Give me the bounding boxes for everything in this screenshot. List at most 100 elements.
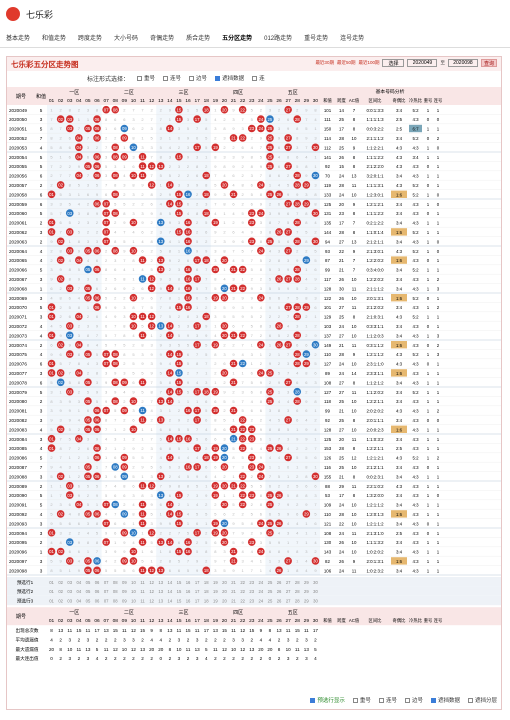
prediction-cell[interactable]: 29 xyxy=(304,599,309,604)
nav-tab-6[interactable]: 五分区走势 xyxy=(222,33,252,42)
prediction-cell[interactable]: 29 xyxy=(304,589,309,594)
footer-option-3[interactable]: 边号 xyxy=(404,696,423,704)
prediction-cell[interactable]: 27 xyxy=(286,589,291,594)
prediction-cell[interactable]: 24 xyxy=(259,599,264,604)
nav-tab-7[interactable]: 012路走势 xyxy=(264,33,292,42)
nav-tab-1[interactable]: 和值走势 xyxy=(42,33,66,42)
period-select[interactable]: 选择 xyxy=(382,59,405,67)
period-from-input[interactable]: 2020049 xyxy=(407,59,438,67)
checkbox-icon[interactable] xyxy=(467,697,473,703)
prediction-cell[interactable]: 08 xyxy=(113,599,118,604)
option-4[interactable]: 连 xyxy=(252,74,265,82)
prediction-cell[interactable]: 16 xyxy=(186,580,191,585)
prediction-cell[interactable]: 22 xyxy=(240,580,245,585)
prediction-cell[interactable]: 03 xyxy=(67,599,72,604)
prediction-cell[interactable]: 22 xyxy=(240,589,245,594)
prediction-cell[interactable]: 11 xyxy=(140,589,145,594)
option-2[interactable]: 边号 xyxy=(189,74,207,82)
prediction-cell[interactable]: 28 xyxy=(295,599,300,604)
prediction-cell[interactable]: 04 xyxy=(77,599,82,604)
checkbox-icon[interactable] xyxy=(378,697,384,703)
prediction-cell[interactable]: 13 xyxy=(158,580,163,585)
prediction-cell[interactable]: 27 xyxy=(286,580,291,585)
prediction-cell[interactable]: 06 xyxy=(95,589,100,594)
checkbox-icon[interactable] xyxy=(137,75,143,81)
prediction-cell[interactable]: 17 xyxy=(195,599,200,604)
prediction-cell[interactable]: 09 xyxy=(122,599,127,604)
prediction-cell[interactable]: 04 xyxy=(77,589,82,594)
prediction-cell[interactable]: 21 xyxy=(231,599,236,604)
prediction-cell[interactable]: 22 xyxy=(240,599,245,604)
checkbox-icon[interactable] xyxy=(310,697,316,703)
prediction-cell[interactable]: 03 xyxy=(67,589,72,594)
footer-option-5[interactable]: 遮挡分层 xyxy=(467,696,497,704)
prediction-cell[interactable]: 30 xyxy=(313,580,318,585)
checkbox-icon[interactable] xyxy=(352,697,358,703)
prediction-cell[interactable]: 09 xyxy=(122,589,127,594)
prediction-cell[interactable]: 14 xyxy=(168,599,173,604)
prediction-cell[interactable]: 01 xyxy=(49,599,54,604)
prediction-cell[interactable]: 12 xyxy=(149,589,154,594)
prediction-cell[interactable]: 20 xyxy=(222,580,227,585)
prediction-cell[interactable]: 09 xyxy=(122,580,127,585)
period-to-input[interactable]: 2020098 xyxy=(447,59,478,67)
prediction-cell[interactable]: 23 xyxy=(249,599,254,604)
nav-tab-8[interactable]: 重号走势 xyxy=(304,33,328,42)
prediction-cell[interactable]: 14 xyxy=(168,589,173,594)
prediction-cell[interactable]: 26 xyxy=(277,589,282,594)
checkbox-icon[interactable] xyxy=(163,75,169,81)
prediction-cell[interactable]: 08 xyxy=(113,589,118,594)
prediction-cell[interactable]: 16 xyxy=(186,589,191,594)
prediction-cell[interactable]: 26 xyxy=(277,599,282,604)
prediction-cell[interactable]: 23 xyxy=(249,589,254,594)
checkbox-icon[interactable] xyxy=(252,75,258,81)
prediction-cell[interactable]: 23 xyxy=(249,580,254,585)
prediction-cell[interactable]: 03 xyxy=(67,580,72,585)
prediction-cell[interactable]: 15 xyxy=(177,599,182,604)
prediction-cell[interactable]: 17 xyxy=(195,589,200,594)
prediction-cell[interactable]: 19 xyxy=(213,580,218,585)
footer-option-4[interactable]: 遮挡数据 xyxy=(430,696,460,704)
prediction-cell[interactable]: 02 xyxy=(58,599,63,604)
prediction-cell[interactable]: 24 xyxy=(259,589,264,594)
recent-30-link[interactable]: 最近30期 xyxy=(315,60,334,66)
prediction-cell[interactable]: 01 xyxy=(49,580,54,585)
prediction-cell[interactable]: 02 xyxy=(58,589,63,594)
prediction-cell[interactable]: 07 xyxy=(104,589,109,594)
prediction-cell[interactable]: 12 xyxy=(149,599,154,604)
prediction-cell[interactable]: 28 xyxy=(295,589,300,594)
search-button[interactable]: 查询 xyxy=(480,59,497,67)
prediction-cell[interactable]: 10 xyxy=(131,580,136,585)
prediction-cell[interactable]: 06 xyxy=(95,580,100,585)
footer-option-0[interactable]: 预选行显示 xyxy=(310,696,345,704)
prediction-cell[interactable]: 21 xyxy=(231,580,236,585)
nav-tab-4[interactable]: 奇偶走势 xyxy=(150,33,174,42)
prediction-cell[interactable]: 16 xyxy=(186,599,191,604)
prediction-cell[interactable]: 26 xyxy=(277,580,282,585)
prediction-cell[interactable]: 25 xyxy=(268,599,273,604)
prediction-cell[interactable]: 07 xyxy=(104,580,109,585)
nav-tab-2[interactable]: 跨度走势 xyxy=(78,33,102,42)
prediction-cell[interactable]: 19 xyxy=(213,589,218,594)
prediction-cell[interactable]: 01 xyxy=(49,589,54,594)
prediction-cell[interactable]: 12 xyxy=(149,580,154,585)
prediction-cell[interactable]: 27 xyxy=(286,599,291,604)
prediction-cell[interactable]: 10 xyxy=(131,599,136,604)
footer-option-2[interactable]: 连号 xyxy=(378,696,397,704)
prediction-cell[interactable]: 30 xyxy=(313,599,318,604)
nav-tab-5[interactable]: 质合走势 xyxy=(186,33,210,42)
prediction-cell[interactable]: 05 xyxy=(86,580,91,585)
prediction-cell[interactable]: 02 xyxy=(58,580,63,585)
prediction-cell[interactable]: 13 xyxy=(158,599,163,604)
prediction-cell[interactable]: 15 xyxy=(177,589,182,594)
nav-tab-9[interactable]: 连号走势 xyxy=(340,33,364,42)
prediction-cell[interactable]: 05 xyxy=(86,589,91,594)
prediction-cell[interactable]: 11 xyxy=(140,580,145,585)
nav-tab-0[interactable]: 基本走势 xyxy=(6,33,30,42)
footer-option-1[interactable]: 重号 xyxy=(352,696,371,704)
prediction-cell[interactable]: 06 xyxy=(95,599,100,604)
prediction-cell[interactable]: 29 xyxy=(304,580,309,585)
prediction-cell[interactable]: 30 xyxy=(313,589,318,594)
prediction-cell[interactable]: 15 xyxy=(177,580,182,585)
prediction-cell[interactable]: 10 xyxy=(131,589,136,594)
